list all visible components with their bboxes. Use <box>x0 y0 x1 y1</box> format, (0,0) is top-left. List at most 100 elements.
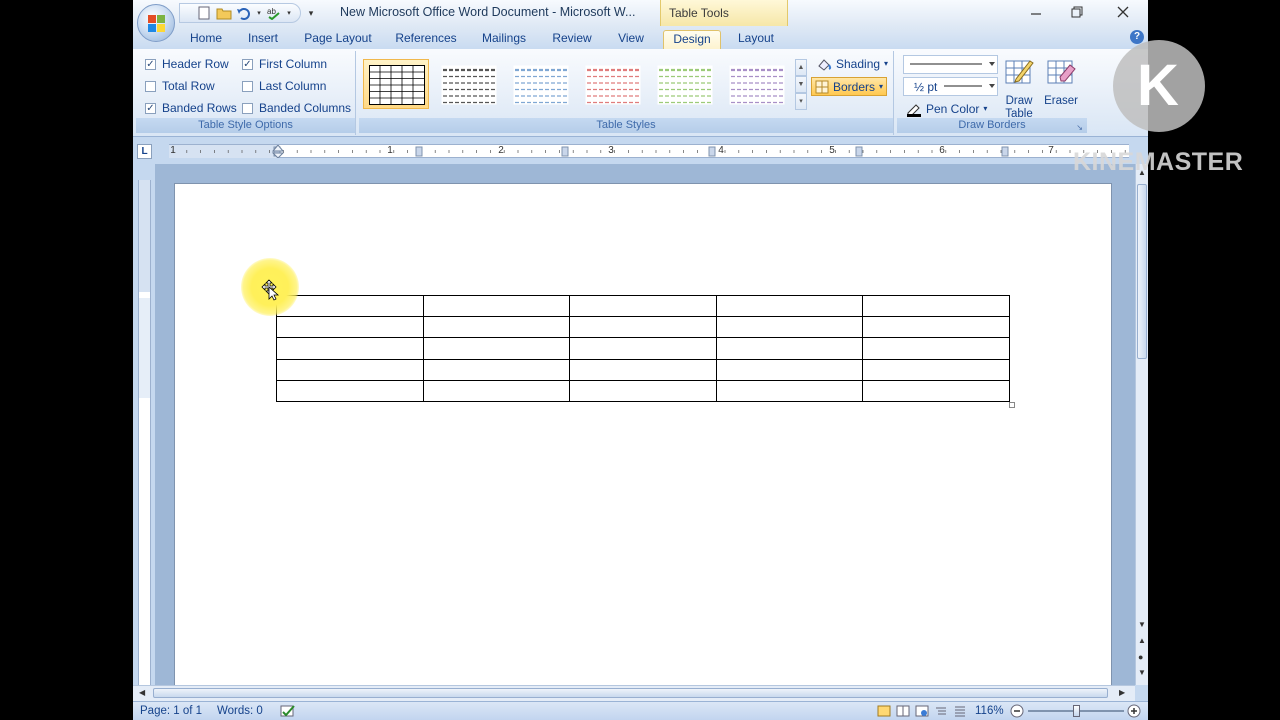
table-cell[interactable] <box>569 337 717 360</box>
undo-dropdown-icon[interactable]: ▾ <box>256 5 262 21</box>
tab-view[interactable]: View <box>613 30 649 49</box>
dialog-launcher-icon[interactable]: ↘ <box>1076 123 1083 132</box>
table-cell[interactable] <box>569 379 717 402</box>
gallery-scroll-down[interactable]: ▼ <box>795 76 807 93</box>
spelling-icon[interactable]: ab <box>266 5 282 21</box>
tab-review[interactable]: Review <box>549 30 595 49</box>
table-cell[interactable] <box>862 379 1010 402</box>
undo-icon[interactable] <box>236 5 252 21</box>
last-column-checkbox[interactable]: Last Column <box>242 79 326 93</box>
table-cell[interactable] <box>276 379 424 402</box>
line-style-dropdown[interactable] <box>903 55 998 74</box>
zoom-out-icon[interactable] <box>1010 704 1024 720</box>
web-layout-icon[interactable] <box>915 705 929 720</box>
draft-view-icon[interactable] <box>953 705 967 720</box>
tab-home[interactable]: Home <box>185 30 227 49</box>
page-count[interactable]: Page: 1 of 1 <box>140 705 202 717</box>
table-cell[interactable] <box>715 294 864 318</box>
table-row <box>276 337 1010 360</box>
zoom-level[interactable]: 116% <box>975 705 1004 717</box>
outline-view-icon[interactable] <box>934 705 948 720</box>
banded-columns-checkbox[interactable]: Banded Columns <box>242 101 351 115</box>
table-style-4[interactable] <box>579 59 645 109</box>
gallery-scroll-up[interactable]: ▲ <box>795 59 807 76</box>
table-cell[interactable] <box>422 379 571 402</box>
table-cell[interactable] <box>715 379 864 402</box>
header-row-checkbox[interactable]: ✓ Header Row <box>145 57 229 71</box>
eraser-button[interactable]: Eraser <box>1041 57 1081 108</box>
table-style-1[interactable] <box>363 59 429 109</box>
new-document-icon[interactable] <box>196 5 212 21</box>
table-resize-handle[interactable] <box>1009 402 1015 408</box>
scroll-left-arrow[interactable]: ◀ <box>139 688 145 697</box>
spelling-dropdown-icon[interactable]: ▾ <box>286 5 292 21</box>
pen-color-button[interactable]: Pen Color ▾ <box>903 99 990 118</box>
table-style-6[interactable] <box>723 59 789 109</box>
table-style-5[interactable] <box>651 59 717 109</box>
scroll-right-arrow[interactable]: ▶ <box>1119 688 1125 697</box>
print-layout-view-icon[interactable] <box>877 705 891 720</box>
table-cell[interactable] <box>715 358 864 381</box>
tab-references[interactable]: References <box>393 30 459 49</box>
minimize-button[interactable] <box>1013 2 1059 22</box>
table-cell[interactable] <box>569 316 717 339</box>
table-cell[interactable] <box>276 358 424 381</box>
tab-mailings[interactable]: Mailings <box>477 30 531 49</box>
tab-design[interactable]: Design <box>663 30 721 49</box>
horizontal-ruler[interactable]: 1 1 2 3 4 5 6 7 <box>169 144 1129 158</box>
tab-insert[interactable]: Insert <box>243 30 283 49</box>
select-browse-object-icon[interactable]: ● <box>1138 652 1143 662</box>
proofing-icon[interactable] <box>279 703 297 720</box>
table-cell[interactable] <box>569 294 717 318</box>
scroll-thumb[interactable] <box>1137 184 1147 359</box>
table-cell[interactable] <box>422 294 571 318</box>
draw-table-button[interactable]: Draw Table <box>999 57 1039 121</box>
table-cell[interactable] <box>276 294 424 318</box>
table-cell[interactable] <box>862 316 1010 339</box>
horizontal-scrollbar[interactable]: ◀ ▶ <box>133 685 1135 701</box>
table-cell[interactable] <box>276 337 424 360</box>
document-page[interactable] <box>174 183 1112 685</box>
borders-button[interactable]: Borders ▾ <box>811 77 888 96</box>
open-folder-icon[interactable] <box>216 5 232 21</box>
customize-qat-icon[interactable]: ▾ <box>303 5 319 21</box>
table-cell[interactable] <box>422 358 571 381</box>
restore-button[interactable] <box>1054 2 1100 22</box>
eraser-label: Eraser <box>1044 95 1078 107</box>
table-style-2[interactable] <box>435 59 501 109</box>
table-cell[interactable] <box>569 358 717 381</box>
table-style-3[interactable] <box>507 59 573 109</box>
scroll-down-arrow[interactable]: ▼ <box>1138 620 1146 629</box>
table-cell[interactable] <box>422 337 571 360</box>
close-button[interactable] <box>1100 2 1146 22</box>
next-page-icon[interactable]: ▼ <box>1138 668 1146 677</box>
hscroll-thumb[interactable] <box>153 688 1108 698</box>
table-cell[interactable] <box>862 294 1010 318</box>
zoom-slider-thumb[interactable] <box>1073 705 1080 717</box>
table-cell[interactable] <box>715 316 864 339</box>
full-screen-reading-icon[interactable] <box>896 705 910 720</box>
ruler-number: 6 <box>939 145 945 156</box>
line-weight-dropdown[interactable]: ½ pt <box>903 77 998 96</box>
table-cell[interactable] <box>862 358 1010 381</box>
vertical-scrollbar[interactable]: ▲ ▼ ▲ ● ▼ <box>1135 164 1148 685</box>
first-column-checkbox[interactable]: ✓ First Column <box>242 57 327 71</box>
vertical-ruler[interactable] <box>138 180 151 685</box>
table-cell[interactable] <box>276 316 424 339</box>
previous-page-icon[interactable]: ▲ <box>1138 636 1146 645</box>
tab-layout[interactable]: Layout <box>733 30 779 49</box>
office-button[interactable] <box>137 4 175 42</box>
banded-rows-checkbox[interactable]: ✓ Banded Rows <box>145 101 237 115</box>
tab-selector[interactable]: L <box>137 144 152 159</box>
table-cell[interactable] <box>422 316 571 339</box>
table-cell[interactable] <box>715 337 864 360</box>
gallery-more[interactable]: ▾ <box>795 93 807 110</box>
word-count[interactable]: Words: 0 <box>217 705 263 717</box>
total-row-checkbox[interactable]: Total Row <box>145 79 215 93</box>
shading-button[interactable]: Shading ▾ <box>813 54 891 73</box>
tab-page-layout[interactable]: Page Layout <box>301 30 375 49</box>
document-table[interactable] <box>276 294 1010 402</box>
zoom-in-icon[interactable] <box>1127 704 1141 720</box>
help-icon[interactable]: ? <box>1130 30 1144 44</box>
table-cell[interactable] <box>862 337 1010 360</box>
